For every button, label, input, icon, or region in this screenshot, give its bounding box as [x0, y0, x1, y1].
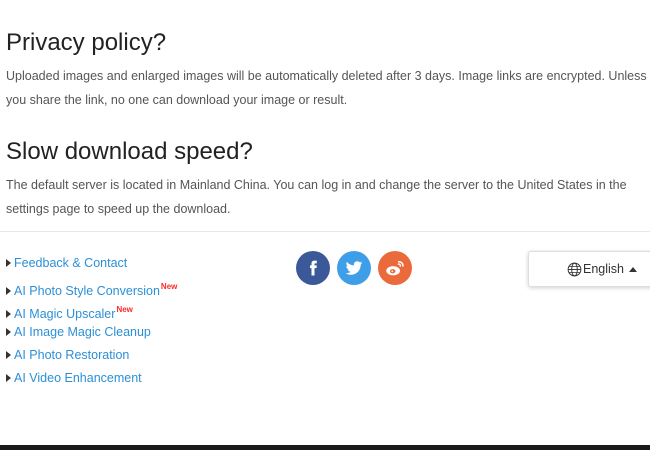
- social-links: [296, 251, 419, 285]
- faq-answer-privacy: Uploaded images and enlarged images will…: [6, 69, 647, 107]
- facebook-button[interactable]: [296, 251, 330, 285]
- footer-link-item: AI Image Magic Cleanup: [6, 321, 177, 344]
- twitter-button[interactable]: [337, 251, 371, 285]
- language-selector[interactable]: English: [528, 251, 650, 287]
- arrow-right-icon: [6, 310, 11, 318]
- weibo-icon: [386, 260, 404, 276]
- page: Privacy policy? Uploaded images and enla…: [0, 0, 650, 450]
- photo-restoration-link[interactable]: AI Photo Restoration: [14, 348, 129, 362]
- footer-divider: [0, 231, 650, 232]
- facebook-icon: [310, 260, 317, 276]
- feedback-contact-link[interactable]: Feedback & Contact: [14, 256, 127, 270]
- footer-link-item: Feedback & Contact: [6, 252, 177, 275]
- image-magic-cleanup-link[interactable]: AI Image Magic Cleanup: [14, 325, 151, 339]
- language-label: English: [583, 262, 624, 276]
- footer-links: Feedback & Contact AI Photo Style Conver…: [6, 252, 177, 390]
- footer-link-item: AI Photo Style ConversionNew: [6, 275, 177, 298]
- footer-link-item: AI Video Enhancement: [6, 367, 177, 390]
- arrow-right-icon: [6, 374, 11, 382]
- faq-title-download-speed: Slow download speed?: [6, 138, 253, 165]
- magic-upscaler-link[interactable]: AI Magic Upscaler: [14, 307, 115, 321]
- weibo-button[interactable]: [378, 251, 412, 285]
- footer-link-item: AI Photo Restoration: [6, 344, 177, 367]
- twitter-icon: [345, 261, 363, 275]
- arrow-right-icon: [6, 287, 11, 295]
- bottom-bar: [0, 445, 650, 450]
- new-badge: New: [116, 305, 133, 314]
- caret-up-icon: [629, 266, 637, 272]
- faq-answer-download-speed: The default server is located in Mainlan…: [6, 178, 627, 216]
- video-enhancement-link[interactable]: AI Video Enhancement: [14, 371, 142, 385]
- photo-style-conversion-link[interactable]: AI Photo Style Conversion: [14, 284, 160, 298]
- arrow-right-icon: [6, 351, 11, 359]
- faq-title-privacy: Privacy policy?: [6, 29, 167, 56]
- arrow-right-icon: [6, 328, 11, 336]
- arrow-right-icon: [6, 259, 11, 267]
- footer-link-item: AI Magic UpscalerNew: [6, 298, 177, 321]
- globe-icon: [567, 262, 582, 276]
- new-badge: New: [160, 282, 178, 291]
